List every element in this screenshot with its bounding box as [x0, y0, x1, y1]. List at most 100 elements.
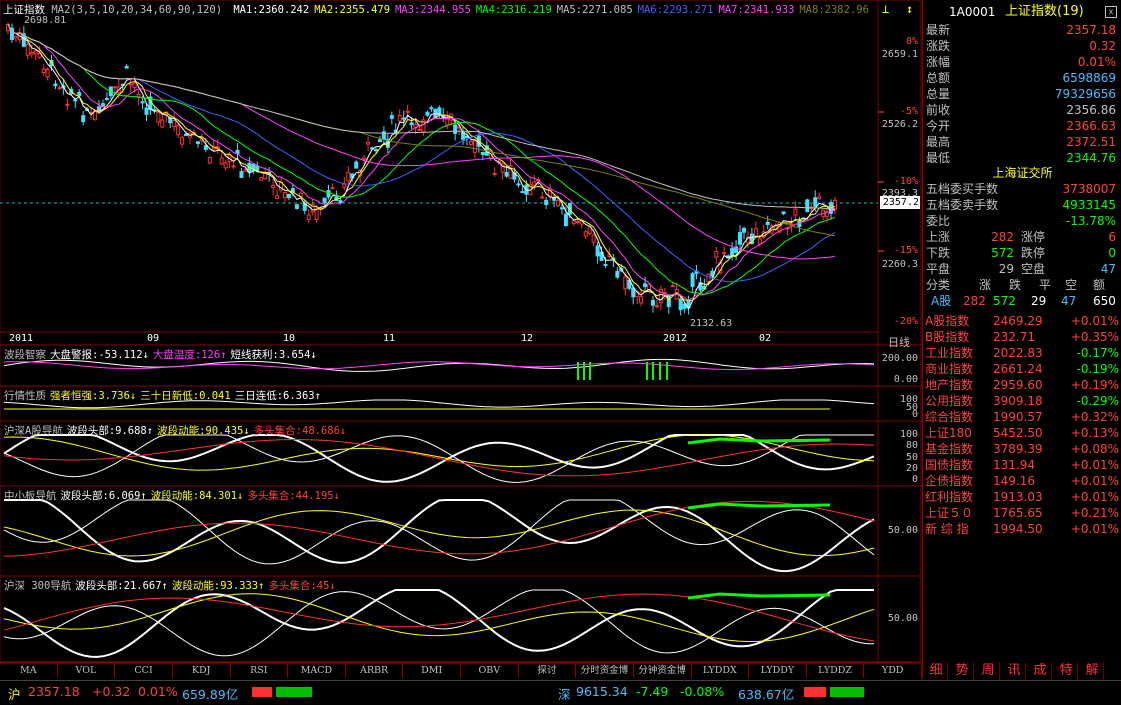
- pane-title: 沪深 300导航 波段头部:21.667↑ 波段动能:93.333↑ 多头集合:45↓: [4, 578, 340, 593]
- index-row[interactable]: 新 综 指 1994.50 +0.01%: [923, 521, 1121, 537]
- index-row[interactable]: 地产指数 2959.60 +0.19%: [923, 377, 1121, 393]
- index-row[interactable]: 上证５０ 1765.65 +0.21%: [923, 505, 1121, 521]
- pane-axis-tick: 20: [905, 462, 918, 474]
- indicator-tab[interactable]: MA: [0, 664, 58, 678]
- candle-body: [468, 141, 473, 145]
- indicator-tab[interactable]: 分钟资金博: [634, 664, 692, 678]
- candle-body: [389, 115, 394, 119]
- chart-canvas[interactable]: [0, 0, 922, 664]
- candle-body: [259, 177, 264, 181]
- candle-body: [362, 157, 367, 160]
- indicator-tab[interactable]: OBV: [461, 664, 519, 678]
- index-row[interactable]: 商业指数 2661.24 -0.19%: [923, 361, 1121, 377]
- index-row[interactable]: B股指数 232.71 +0.35%: [923, 329, 1121, 345]
- pin-icon[interactable]: ⊥: [882, 2, 889, 16]
- candle-body: [623, 276, 628, 290]
- indicator-tab[interactable]: LYDDZ: [807, 664, 865, 678]
- index-value: 3909.18: [993, 394, 1043, 408]
- axis-top-icons: ⊥ ↕: [880, 2, 920, 22]
- candle-body: [654, 305, 659, 308]
- indicator-tab[interactable]: LYDDX: [692, 664, 750, 678]
- candle-body: [195, 141, 200, 144]
- index-row[interactable]: 上证180 5452.50 +0.13%: [923, 425, 1121, 441]
- index-row[interactable]: 公用指数 3909.18 -0.29%: [923, 393, 1121, 409]
- book-row: 五档委买手数 3738007: [923, 181, 1121, 197]
- chart-area[interactable]: 上证指数 MA2(3,5,10,20,34,60,90,120) MA1:236…: [0, 0, 922, 678]
- pane-indicator: 波段动能:93.333↑: [171, 580, 265, 592]
- right-tab[interactable]: 解: [1081, 662, 1104, 680]
- candle-body: [556, 200, 561, 207]
- index-row[interactable]: 工业指数 2022.83 -0.17%: [923, 345, 1121, 361]
- pane-indicator: 沪深A股导航: [4, 425, 63, 437]
- index-value: 1990.57: [993, 410, 1043, 424]
- index-value: 3789.39: [993, 442, 1043, 456]
- index-row[interactable]: 基金指数 3789.39 +0.08%: [923, 441, 1121, 457]
- period-label[interactable]: 日线: [888, 334, 910, 350]
- arrow-icon[interactable]: ↕: [906, 2, 913, 16]
- index-name: 上证５０: [925, 506, 974, 520]
- right-tab[interactable]: 讯: [1003, 662, 1026, 680]
- right-tab[interactable]: 周: [977, 662, 1000, 680]
- pane-green-line: [687, 592, 831, 600]
- pane1-line2: [3, 361, 875, 371]
- class-row[interactable]: A股 282 572 29 47 650: [923, 293, 1121, 309]
- index-row[interactable]: 企债指数 149.16 +0.01%: [923, 473, 1121, 489]
- index-value: 1765.65: [993, 506, 1043, 520]
- index-row[interactable]: 综合指数 1990.57 +0.32%: [923, 409, 1121, 425]
- pane-yellow-line: [3, 593, 875, 643]
- candle-body: [275, 195, 280, 200]
- close-icon[interactable]: x: [1105, 6, 1117, 18]
- index-row[interactable]: A股指数 2469.29 +0.01%: [923, 313, 1121, 329]
- ma-value: MA5:2271.085: [556, 4, 633, 16]
- right-tab[interactable]: 成: [1029, 662, 1052, 680]
- candle-body: [615, 270, 620, 278]
- sz-bar-down: [830, 687, 864, 697]
- book-row: 五档委卖手数 4933145: [923, 197, 1121, 213]
- index-name: 企债指数: [925, 474, 974, 488]
- index-name: B股指数: [925, 330, 970, 344]
- pane-indicator: 多头集合:44.195↓: [247, 490, 340, 502]
- right-tab[interactable]: 细: [925, 662, 948, 680]
- candle-body: [730, 248, 735, 257]
- book-value: 4933145: [1062, 198, 1116, 212]
- indicator-tab[interactable]: ARBR: [346, 664, 404, 678]
- indicator-tab[interactable]: VOL: [58, 664, 116, 678]
- indicator-tab[interactable]: 探讨: [519, 664, 577, 678]
- candle-body: [29, 51, 34, 55]
- indicator-tab[interactable]: YDD: [864, 664, 922, 678]
- index-row[interactable]: 国债指数 131.94 +0.01%: [923, 457, 1121, 473]
- breadth-value: 6: [1108, 230, 1116, 244]
- candle-body: [666, 295, 671, 307]
- index-value: 2959.60: [993, 378, 1043, 392]
- candle-body: [405, 110, 410, 113]
- index-row[interactable]: 红利指数 1913.03 +0.01%: [923, 489, 1121, 505]
- class-cell: A股: [931, 294, 952, 308]
- candle-body: [104, 98, 109, 101]
- indicator-tab[interactable]: KDJ: [173, 664, 231, 678]
- breadth-label: 下跌: [926, 246, 951, 260]
- sh-price: 2357.18: [28, 684, 80, 699]
- book-value: 3738007: [1062, 182, 1116, 196]
- candle-body: [156, 112, 161, 123]
- ma-line: [7, 24, 836, 283]
- indicator-tab[interactable]: 分时资金博: [576, 664, 634, 678]
- indicator-tab[interactable]: RSI: [231, 664, 289, 678]
- indicator-tab[interactable]: DMI: [403, 664, 461, 678]
- right-tab[interactable]: 特: [1055, 662, 1078, 680]
- index-change: +0.32%: [1070, 410, 1119, 424]
- quote-row: 前收 2356.86: [923, 102, 1121, 118]
- right-tab[interactable]: 势: [951, 662, 974, 680]
- indicator-tab[interactable]: LYDDY: [749, 664, 807, 678]
- candle-body: [322, 197, 327, 203]
- date-tick: 11: [383, 333, 396, 344]
- indicator-tab[interactable]: CCI: [115, 664, 173, 678]
- candle-body: [373, 149, 378, 152]
- index-change: -0.19%: [1076, 362, 1119, 376]
- sh-change: +0.32: [92, 684, 131, 699]
- candle-body: [690, 273, 695, 287]
- candle-body: [231, 165, 236, 168]
- pane-axis-tick: 80: [905, 440, 918, 452]
- candle-body: [650, 299, 655, 306]
- indicator-tab[interactable]: MACD: [288, 664, 346, 678]
- candle-body: [354, 161, 359, 169]
